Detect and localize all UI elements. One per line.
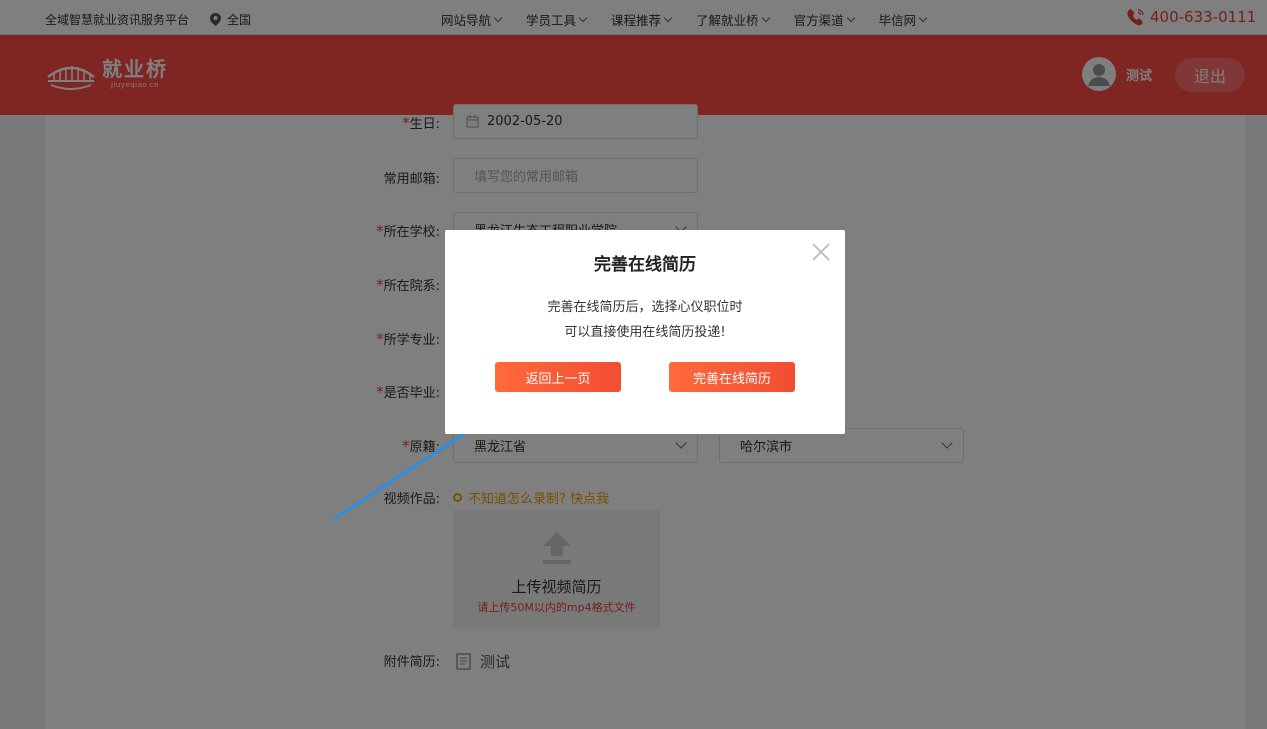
dialog-message-line1: 完善在线简历后，选择心仪职位时 [547, 300, 743, 315]
dialog-message-line2: 可以直接使用在线简历投递! [564, 325, 726, 340]
back-button[interactable]: 返回上一页 [495, 362, 621, 392]
dialog-message: 完善在线简历后，选择心仪职位时 可以直接使用在线简历投递! [445, 295, 845, 345]
complete-resume-button[interactable]: 完善在线简历 [669, 362, 795, 392]
dialog-title: 完善在线简历 [594, 255, 696, 275]
complete-resume-dialog: 完善在线简历 完善在线简历后，选择心仪职位时 可以直接使用在线简历投递! 返回上… [445, 230, 845, 434]
